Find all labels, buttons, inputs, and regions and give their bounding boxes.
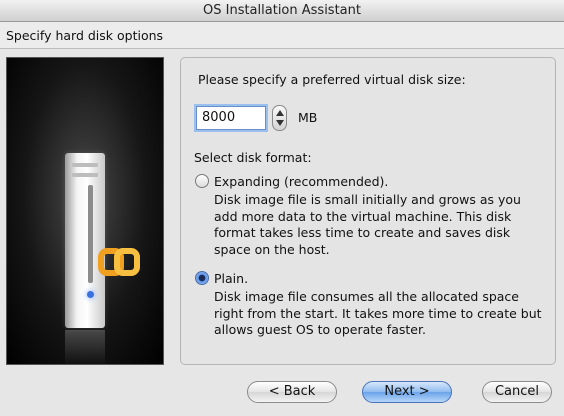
- expanding-label[interactable]: Expanding (recommended).: [214, 174, 388, 189]
- stepper-up-icon[interactable]: [276, 110, 284, 116]
- disk-size-stepper[interactable]: [272, 105, 287, 131]
- drive-bay: [72, 163, 98, 167]
- expanding-radio[interactable]: [195, 174, 209, 188]
- power-led: [87, 291, 94, 298]
- drive-bay: [72, 173, 98, 177]
- step-title: Specify hard disk options: [6, 28, 164, 43]
- cancel-button[interactable]: Cancel: [482, 381, 552, 403]
- illustration-panel: [6, 57, 164, 365]
- disk-format-label: Select disk format:: [194, 150, 312, 165]
- plain-description: Disk image file consumes all the allocat…: [214, 289, 542, 337]
- step-header: Specify hard disk options: [0, 22, 564, 49]
- plain-radio[interactable]: [195, 271, 209, 285]
- tower-reflection: [65, 330, 105, 364]
- parallels-logo-icon: [98, 248, 140, 276]
- installer-window: OS Installation Assistant Specify hard d…: [0, 0, 564, 416]
- back-button[interactable]: < Back: [247, 381, 337, 403]
- window-title: OS Installation Assistant: [0, 0, 564, 22]
- computer-tower-icon: [65, 153, 105, 328]
- options-panel: Please specify a preferred virtual disk …: [180, 57, 556, 365]
- plain-label[interactable]: Plain.: [214, 271, 248, 286]
- disk-size-input[interactable]: 8000: [196, 106, 266, 130]
- disk-size-unit: MB: [298, 110, 318, 125]
- front-slot: [88, 185, 93, 283]
- expanding-description: Disk image file is small initially and g…: [214, 192, 521, 257]
- disk-size-prompt: Please specify a preferred virtual disk …: [198, 72, 466, 87]
- stepper-down-icon[interactable]: [276, 120, 284, 126]
- next-button[interactable]: Next >: [362, 381, 452, 403]
